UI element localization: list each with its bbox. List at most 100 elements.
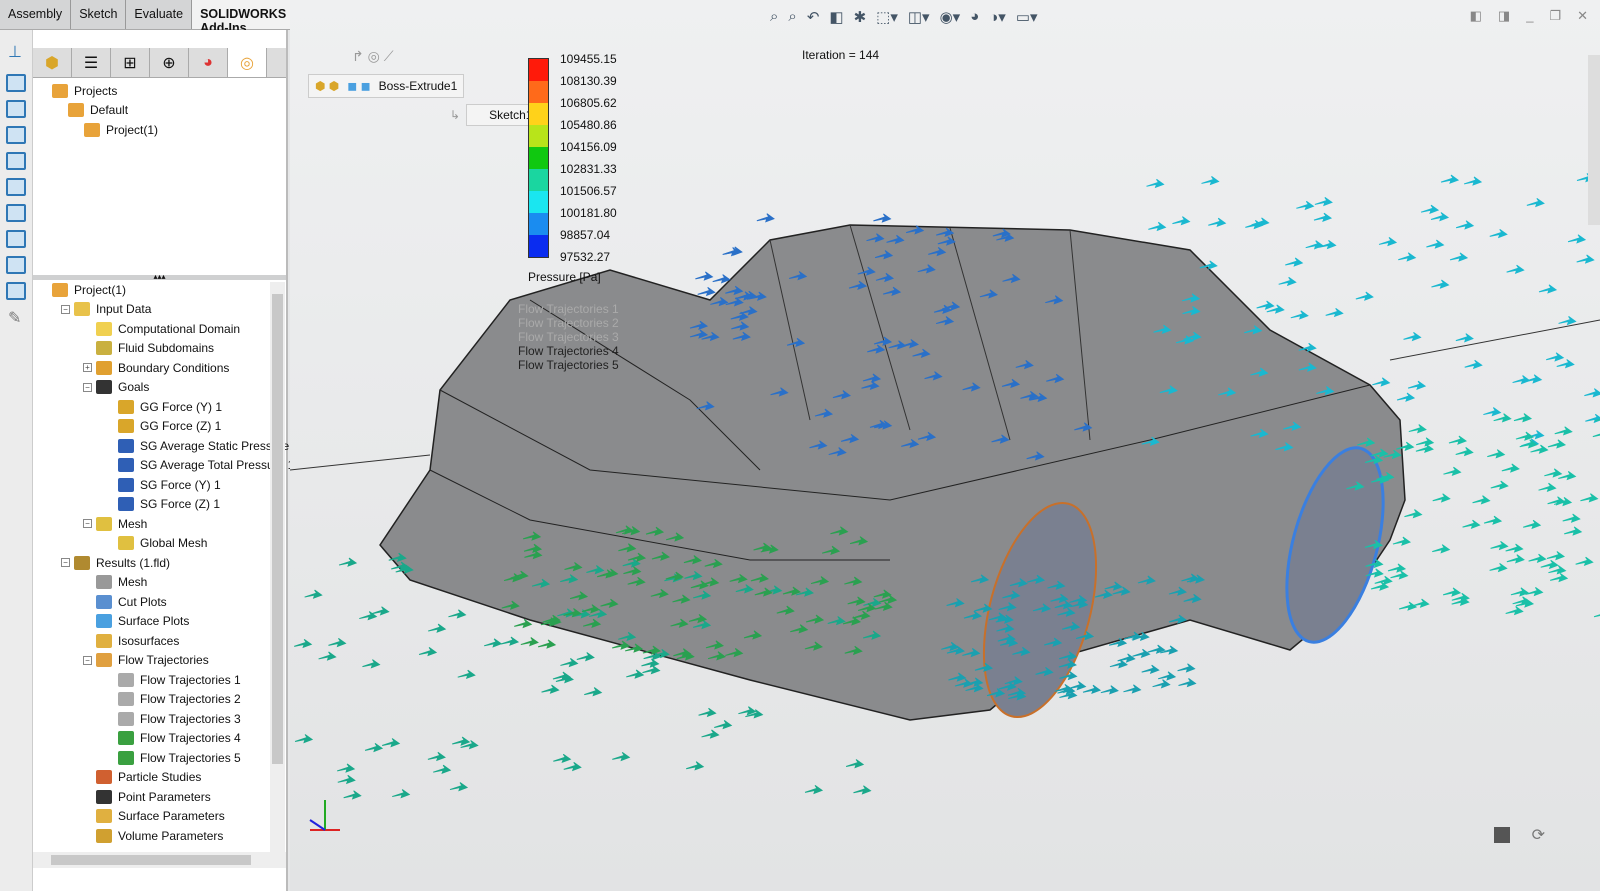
- expand-toggle-icon[interactable]: −: [61, 304, 70, 314]
- tree-item[interactable]: Surface Parameters: [33, 807, 273, 827]
- assembly-icon[interactable]: ⬢ ⬢: [315, 79, 339, 93]
- zoom-to-area-icon[interactable]: ⌕: [788, 8, 796, 26]
- car-model-flow-trajectories[interactable]: [290, 0, 1600, 891]
- expand-toggle-icon[interactable]: −: [83, 655, 92, 665]
- configuration-manager-tab-icon[interactable]: ⊞: [111, 48, 150, 77]
- property-manager-tab-icon[interactable]: ☰: [72, 48, 111, 77]
- display-manager-tab-icon[interactable]: ◕: [189, 48, 228, 77]
- brush-icon[interactable]: ✎: [8, 308, 24, 328]
- scroll-thumb[interactable]: [272, 294, 283, 764]
- dimxpert-tab-icon[interactable]: ⊕: [150, 48, 189, 77]
- edit-appearance-icon[interactable]: ◕: [970, 8, 979, 26]
- apply-scene-icon[interactable]: ◑▾: [989, 8, 1006, 26]
- tree-item[interactable]: + Boundary Conditions: [33, 358, 273, 378]
- tree-item[interactable]: Flow Trajectories 2: [33, 690, 273, 710]
- flow-arrow: [1387, 563, 1407, 573]
- expand-toggle-icon[interactable]: −: [61, 558, 70, 568]
- tree-item[interactable]: Flow Trajectories 5: [33, 748, 273, 768]
- tree-item[interactable]: SG Average Static Pressure 1: [33, 436, 299, 456]
- flow-arrow: [520, 637, 539, 647]
- tree-item[interactable]: Volume Parameters: [33, 826, 273, 846]
- part-icon[interactable]: ◼ ◼: [347, 79, 370, 93]
- tab-sketch[interactable]: Sketch: [71, 0, 127, 29]
- section-view-icon[interactable]: ◧: [829, 8, 843, 26]
- tile-right-icon[interactable]: ◨: [1498, 8, 1510, 24]
- breadcrumb-sketch[interactable]: ↳ Sketch1: [450, 104, 538, 126]
- breadcrumb-feature[interactable]: Boss-Extrude1: [379, 79, 458, 93]
- vertical-scrollbar[interactable]: [270, 282, 285, 852]
- normal-to-icon[interactable]: ⊥: [8, 42, 24, 62]
- trajectory-label[interactable]: Flow Trajectories 2: [518, 316, 619, 330]
- expand-toggle-icon[interactable]: +: [83, 363, 92, 373]
- view-front-icon[interactable]: [6, 74, 26, 92]
- trajectory-label[interactable]: Flow Trajectories 3: [518, 330, 619, 344]
- expand-toggle-icon[interactable]: −: [83, 519, 92, 529]
- tile-left-icon[interactable]: ◧: [1470, 8, 1482, 24]
- tree-item[interactable]: Surface Plots: [33, 612, 273, 632]
- view-right-icon[interactable]: [6, 152, 26, 170]
- scroll-thumb[interactable]: [51, 855, 251, 865]
- tab-evaluate[interactable]: Evaluate: [126, 0, 193, 29]
- expand-toggle-icon[interactable]: −: [83, 382, 92, 392]
- tree-item[interactable]: Flow Trajectories 3: [33, 709, 273, 729]
- view-bottom-icon[interactable]: [6, 204, 26, 222]
- view-settings-icon[interactable]: ▭▾: [1016, 8, 1038, 26]
- tree-item[interactable]: Computational Domain: [33, 319, 273, 339]
- tree-item[interactable]: SG Average Total Pressure 1: [33, 456, 294, 476]
- tree-item[interactable]: SG Force (Y) 1: [33, 475, 273, 495]
- view-back-icon[interactable]: [6, 100, 26, 118]
- rotate-view-icon[interactable]: ⟳: [1532, 825, 1545, 845]
- view-orientation-icon[interactable]: ⬚▾: [876, 8, 898, 26]
- tree-item[interactable]: − Results (1.fld): [33, 553, 273, 573]
- sketch-label[interactable]: Sketch1: [466, 104, 538, 126]
- view-dimetric-icon[interactable]: [6, 282, 26, 300]
- dynamic-annotation-icon[interactable]: ✱: [854, 8, 867, 26]
- trajectory-label[interactable]: Flow Trajectories 5: [518, 358, 619, 372]
- flow-arrow: [686, 761, 705, 771]
- horizontal-scrollbar[interactable]: [33, 852, 286, 868]
- tree-item[interactable]: Default: [33, 101, 273, 121]
- breadcrumb-nav-icons[interactable]: ↱ ◎ ⟋: [352, 48, 394, 65]
- tree-item[interactable]: Particle Studies: [33, 768, 273, 788]
- hide-show-icon[interactable]: ◉▾: [940, 8, 961, 26]
- tree-item[interactable]: GG Force (Z) 1: [33, 417, 273, 437]
- tree-item[interactable]: SG Force (Z) 1: [33, 495, 273, 515]
- tree-item[interactable]: − Input Data: [33, 300, 273, 320]
- tab-assembly[interactable]: Assembly: [0, 0, 72, 29]
- feature-manager-tab-icon[interactable]: ⬢: [33, 48, 72, 77]
- view-left-icon[interactable]: [6, 126, 26, 144]
- trajectory-label[interactable]: Flow Trajectories 4: [518, 344, 619, 358]
- tree-item[interactable]: − Goals: [33, 378, 273, 398]
- close-icon[interactable]: ✕: [1577, 8, 1588, 24]
- graphics-area[interactable]: ⌕ ⌕ ↶ ◧ ✱ ⬚▾ ◫▾ ◉▾ ◕ ◑▾ ▭▾ ◧ ◨ _ ❐ ✕ ↱ ◎…: [290, 0, 1600, 891]
- flow-simulation-tab-icon[interactable]: ◎: [228, 48, 267, 77]
- tree-item[interactable]: Fluid Subdomains: [33, 339, 273, 359]
- tree-item[interactable]: Flow Trajectories 1: [33, 670, 273, 690]
- tree-item[interactable]: Point Parameters: [33, 787, 273, 807]
- tree-item[interactable]: Global Mesh: [33, 534, 273, 554]
- tree-item[interactable]: Mesh: [33, 573, 273, 593]
- stop-icon[interactable]: [1494, 827, 1510, 843]
- task-pane-tabs[interactable]: [1588, 55, 1600, 225]
- tree-item[interactable]: GG Force (Y) 1: [33, 397, 273, 417]
- trajectory-label[interactable]: Flow Trajectories 1: [518, 302, 619, 316]
- restore-icon[interactable]: ❐: [1549, 8, 1561, 24]
- tree-item[interactable]: Project(1): [33, 120, 273, 140]
- tree-item[interactable]: − Mesh: [33, 514, 273, 534]
- tree-item[interactable]: Projects: [33, 81, 273, 101]
- zoom-to-fit-icon[interactable]: ⌕: [770, 8, 778, 26]
- flow-arrow: [452, 736, 471, 746]
- flow-arrow: [756, 213, 775, 223]
- view-top-icon[interactable]: [6, 178, 26, 196]
- tree-item[interactable]: − Flow Trajectories: [33, 651, 273, 671]
- tree-item[interactable]: Cut Plots: [33, 592, 273, 612]
- tree-item[interactable]: Project(1): [33, 280, 273, 300]
- tree-item[interactable]: Isosurfaces: [33, 631, 273, 651]
- view-isometric-icon[interactable]: [6, 230, 26, 248]
- view-trimetric-icon[interactable]: [6, 256, 26, 274]
- previous-view-icon[interactable]: ↶: [807, 8, 820, 26]
- minimize-icon[interactable]: _: [1526, 8, 1533, 24]
- flow-arrow: [641, 658, 660, 668]
- display-style-icon[interactable]: ◫▾: [908, 8, 930, 26]
- tree-item[interactable]: Flow Trajectories 4: [33, 729, 273, 749]
